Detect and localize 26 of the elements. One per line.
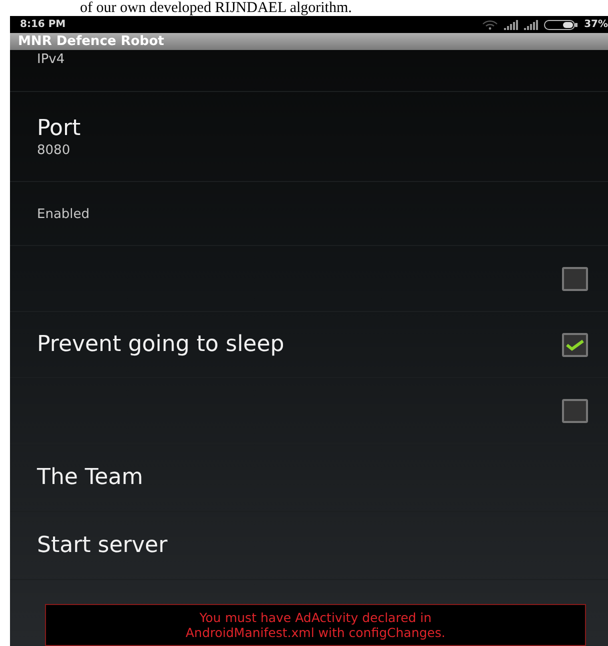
- preference-item[interactable]: Prevent going to sleep: [10, 312, 608, 378]
- battery-text: 37%: [584, 19, 608, 30]
- preference-summary: 8080: [37, 142, 72, 158]
- preference-title: Start server: [37, 533, 168, 558]
- preference-title: Port: [37, 116, 81, 140]
- preference-item[interactable]: Port 8080: [10, 92, 608, 182]
- preference-summary: Enabled: [37, 207, 90, 222]
- wifi-icon: [482, 20, 498, 30]
- preference-item[interactable]: The Team: [10, 444, 608, 512]
- preference-item[interactable]: IPv4: [10, 50, 608, 92]
- clock-text: 8:16 PM: [20, 19, 66, 30]
- checkbox[interactable]: [562, 398, 588, 422]
- app-title: MNR Defence Robot: [18, 34, 164, 49]
- checkbox[interactable]: [562, 266, 588, 290]
- signal-icon: [524, 20, 538, 30]
- caption-text: of our own developed RIJNDAEL algorithm.: [79, 0, 352, 16]
- preference-title: The Team: [37, 465, 144, 490]
- preference-item[interactable]: Start server: [10, 512, 608, 580]
- checkmark-icon: [565, 338, 585, 350]
- checkbox[interactable]: [562, 332, 588, 356]
- preference-item[interactable]: Enabled: [10, 182, 608, 246]
- signal-icon: [504, 20, 518, 30]
- preference-title: Prevent going to sleep: [37, 332, 284, 357]
- preference-summary: IPv4: [37, 52, 65, 67]
- battery-icon: [544, 20, 578, 30]
- error-message: You must have AdActivity declared in AndroidManifest.xml with configChanges.: [184, 610, 446, 640]
